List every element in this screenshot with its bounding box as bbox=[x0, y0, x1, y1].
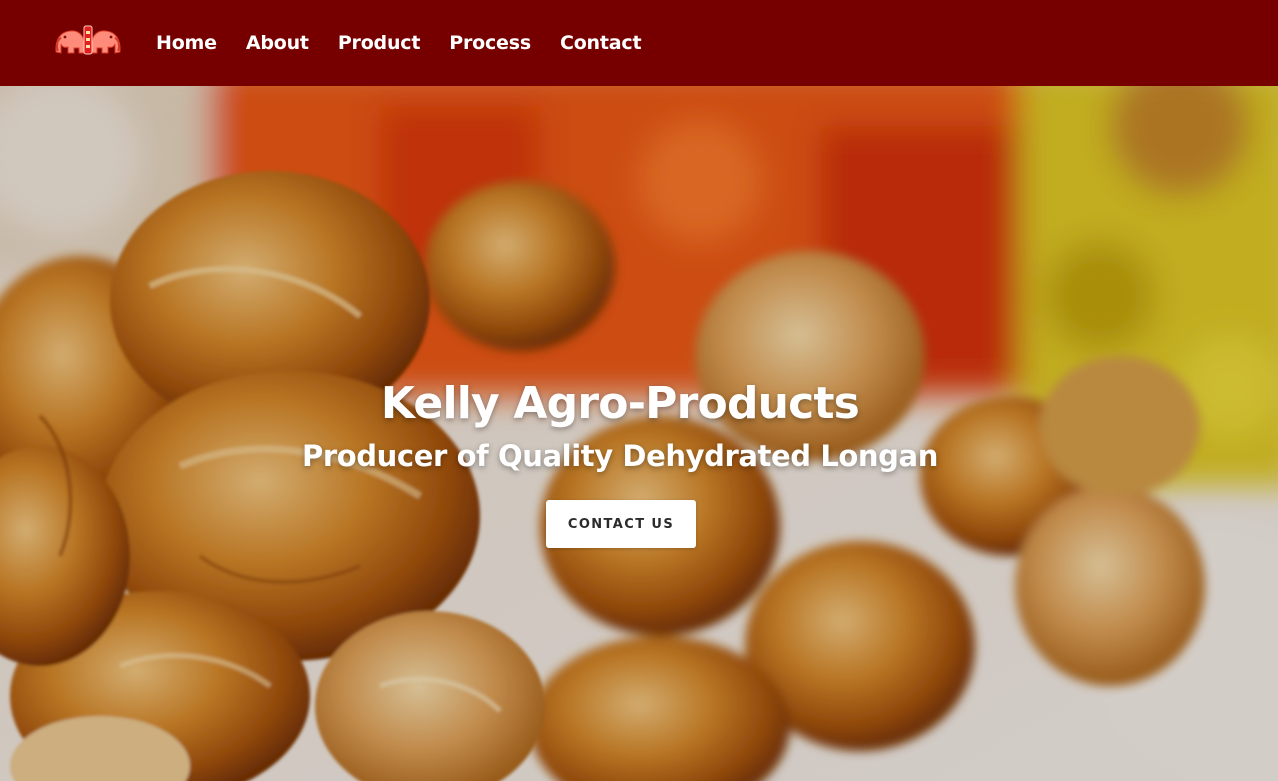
top-navbar: Home About Product Process Contact bbox=[0, 0, 1278, 86]
hero-section: Kelly Agro-Products Producer of Quality … bbox=[0, 86, 1278, 781]
nav-about-link[interactable]: About bbox=[246, 32, 309, 54]
nav-home-link[interactable]: Home bbox=[156, 32, 217, 54]
nav-process-link[interactable]: Process bbox=[449, 32, 531, 54]
hero-subtitle: Producer of Quality Dehydrated Longan bbox=[302, 439, 938, 473]
main-nav: Home About Product Process Contact bbox=[156, 0, 670, 86]
twin-elephants-logo-icon[interactable] bbox=[52, 22, 124, 60]
nav-product-link[interactable]: Product bbox=[338, 32, 421, 54]
contact-us-button[interactable]: CONTACT US bbox=[546, 500, 696, 548]
hero-text-block: Kelly Agro-Products Producer of Quality … bbox=[0, 376, 1240, 476]
nav-contact-link[interactable]: Contact bbox=[560, 32, 642, 54]
hero-title: Kelly Agro-Products bbox=[380, 378, 860, 429]
